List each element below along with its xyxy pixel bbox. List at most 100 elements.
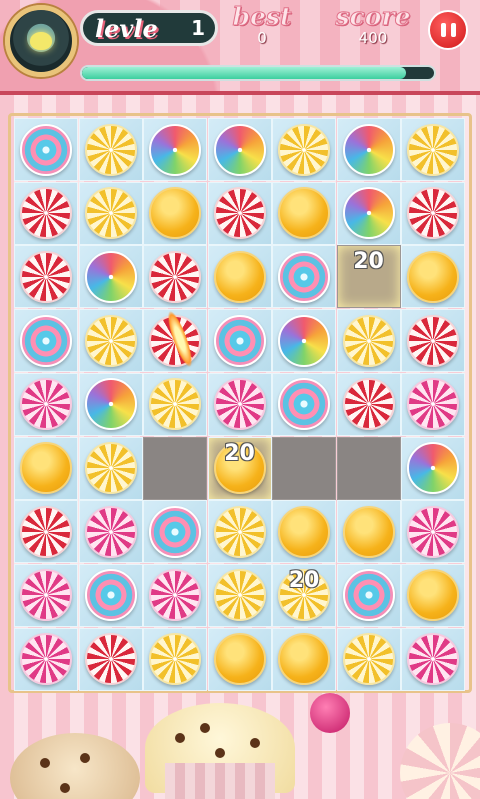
orange-candy-icon[interactable] <box>20 442 72 494</box>
board-cell[interactable] <box>401 245 465 309</box>
board-cell[interactable] <box>143 372 207 436</box>
rainbow-candy-icon[interactable] <box>342 123 395 176</box>
red-candy-icon[interactable] <box>84 633 137 686</box>
board-cell[interactable] <box>78 436 143 500</box>
red-candy-icon[interactable] <box>213 187 266 240</box>
board-cell[interactable] <box>336 309 401 373</box>
yellow-candy-icon[interactable] <box>278 123 330 176</box>
pink-candy-icon[interactable] <box>84 505 137 558</box>
rainbow-candy-icon[interactable] <box>84 378 137 431</box>
board-cell[interactable] <box>401 309 465 373</box>
blue-candy-icon[interactable] <box>149 505 201 558</box>
board-cell[interactable] <box>14 500 78 564</box>
yellow-candy-icon[interactable] <box>84 442 137 494</box>
blue-candy-icon[interactable] <box>20 314 72 367</box>
pink-candy-icon[interactable] <box>407 378 459 431</box>
red-candy-icon[interactable] <box>20 505 72 558</box>
rainbow-candy-icon[interactable] <box>407 442 459 494</box>
board-cell[interactable] <box>336 118 401 181</box>
board-cell[interactable] <box>14 309 78 373</box>
rainbow-candy-icon[interactable] <box>278 314 330 367</box>
board-cell[interactable] <box>78 372 143 436</box>
board-cell[interactable] <box>207 627 272 691</box>
rainbow-candy-icon[interactable] <box>213 123 266 176</box>
board-cell[interactable] <box>272 309 336 373</box>
pink-candy-icon[interactable] <box>407 633 459 686</box>
red-candy-icon[interactable] <box>407 314 459 367</box>
board-cell[interactable] <box>14 627 78 691</box>
board-cell[interactable] <box>14 436 78 500</box>
yellow-candy-icon[interactable] <box>407 123 459 176</box>
blue-candy-icon[interactable] <box>278 378 330 431</box>
board-cell[interactable] <box>336 372 401 436</box>
pink-candy-icon[interactable] <box>149 569 201 622</box>
board-cell[interactable] <box>14 245 78 309</box>
board-cell[interactable] <box>336 181 401 245</box>
red-candy-icon[interactable] <box>20 250 72 303</box>
pink-candy-icon[interactable] <box>20 633 72 686</box>
board-cell[interactable] <box>207 309 272 373</box>
board-cell[interactable] <box>272 372 336 436</box>
orange-candy-icon[interactable] <box>407 569 459 622</box>
board-cell[interactable] <box>14 372 78 436</box>
board-cell[interactable] <box>78 118 143 181</box>
yellow-candy-icon[interactable] <box>149 633 201 686</box>
yellow-candy-icon[interactable] <box>84 187 137 240</box>
orange-candy-icon[interactable] <box>213 250 266 303</box>
pink-candy-icon[interactable] <box>407 505 459 558</box>
board-cell[interactable] <box>401 563 465 627</box>
yellow-candy-icon[interactable] <box>213 505 266 558</box>
orange-candy-icon[interactable] <box>278 505 330 558</box>
red-candy-icon[interactable] <box>342 378 395 431</box>
board-cell[interactable] <box>272 118 336 181</box>
board-cell[interactable] <box>78 500 143 564</box>
red-candy-icon[interactable] <box>149 250 201 303</box>
board-cell[interactable] <box>401 627 465 691</box>
board-cell[interactable] <box>207 563 272 627</box>
yellow-candy-icon[interactable] <box>342 314 395 367</box>
board-cell[interactable] <box>143 181 207 245</box>
board-cell[interactable] <box>401 118 465 181</box>
board-cell[interactable] <box>336 436 401 500</box>
blue-candy-icon[interactable] <box>20 123 72 176</box>
blue-candy-icon[interactable] <box>84 569 137 622</box>
board-cell[interactable] <box>272 181 336 245</box>
board-cell[interactable] <box>336 563 401 627</box>
board-cell[interactable] <box>272 436 336 500</box>
yellow-candy-icon[interactable] <box>342 633 395 686</box>
board-cell[interactable] <box>272 500 336 564</box>
board-cell[interactable] <box>401 181 465 245</box>
board-cell[interactable] <box>143 500 207 564</box>
board-cell[interactable] <box>143 436 207 500</box>
orange-candy-icon[interactable] <box>342 505 395 558</box>
board-cell[interactable] <box>14 563 78 627</box>
pink-candy-icon[interactable] <box>20 569 72 622</box>
board-cell[interactable] <box>14 118 78 181</box>
yellow-candy-icon[interactable] <box>84 314 137 367</box>
orange-candy-icon[interactable] <box>213 633 266 686</box>
board-cell[interactable] <box>272 245 336 309</box>
board-cell[interactable] <box>207 372 272 436</box>
board-cell[interactable] <box>78 627 143 691</box>
board-cell[interactable] <box>143 627 207 691</box>
board-cell[interactable] <box>78 563 143 627</box>
board-cell[interactable] <box>14 181 78 245</box>
rainbow-candy-icon[interactable] <box>149 123 201 176</box>
rainbow-candy-icon[interactable] <box>342 187 395 240</box>
pink-candy-icon[interactable] <box>20 378 72 431</box>
red-candy-icon[interactable] <box>20 187 72 240</box>
board-cell[interactable] <box>143 118 207 181</box>
board-cell[interactable] <box>207 245 272 309</box>
board-cell[interactable] <box>207 118 272 181</box>
orange-candy-icon[interactable] <box>149 187 201 240</box>
blue-candy-icon[interactable] <box>278 250 330 303</box>
blue-candy-icon[interactable] <box>213 314 266 367</box>
board-cell[interactable] <box>401 500 465 564</box>
blue-candy-icon[interactable] <box>342 569 395 622</box>
yellow-candy-icon[interactable] <box>213 569 266 622</box>
yellow-candy-icon[interactable] <box>149 378 201 431</box>
board-cell[interactable] <box>78 181 143 245</box>
board-cell[interactable] <box>78 245 143 309</box>
board-cell[interactable] <box>336 627 401 691</box>
yellow-candy-icon[interactable] <box>84 123 137 176</box>
